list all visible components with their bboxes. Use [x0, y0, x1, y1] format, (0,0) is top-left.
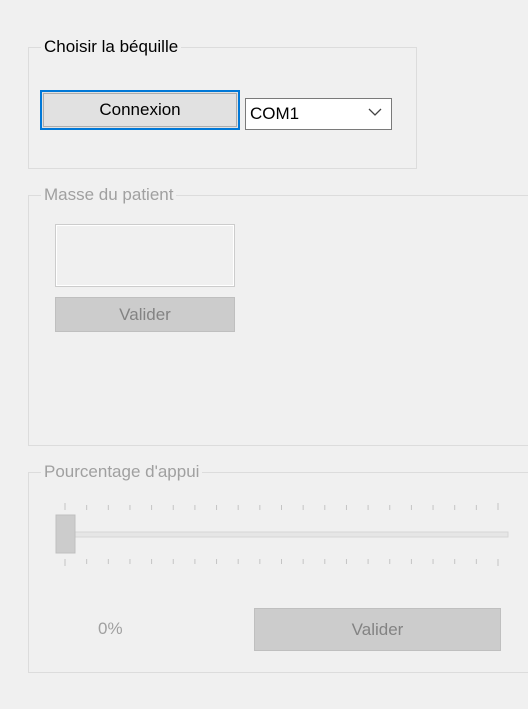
slider-thumb[interactable] [55, 514, 76, 554]
support-percentage-slider[interactable] [50, 495, 510, 575]
main-window: Choisir la béquille Connexion COM1 Masse… [0, 0, 528, 709]
connect-button-label: Connexion [99, 100, 181, 119]
slider-ticks-top [64, 503, 499, 510]
percent-validate-label: Valider [351, 619, 404, 639]
mass-validate-label: Valider [119, 304, 171, 324]
connect-button[interactable]: Connexion [40, 90, 240, 130]
slider-track [55, 531, 509, 538]
mass-validate-button[interactable]: Valider [55, 297, 235, 332]
support-percentage-value: 0% [98, 619, 123, 638]
slider-ticks-bottom [64, 559, 499, 566]
crutch-group-title: Choisir la béquille [41, 36, 182, 58]
patient-mass-input[interactable] [55, 224, 235, 287]
percent-validate-button[interactable]: Valider [254, 608, 501, 651]
com-port-selected-value: COM1 [250, 104, 300, 123]
com-port-select[interactable]: COM1 [245, 98, 392, 130]
patient-mass-group-title: Masse du patient [41, 184, 177, 206]
support-percentage-group-title: Pourcentage d'appui [41, 461, 203, 483]
chevron-down-icon[interactable] [368, 107, 382, 117]
